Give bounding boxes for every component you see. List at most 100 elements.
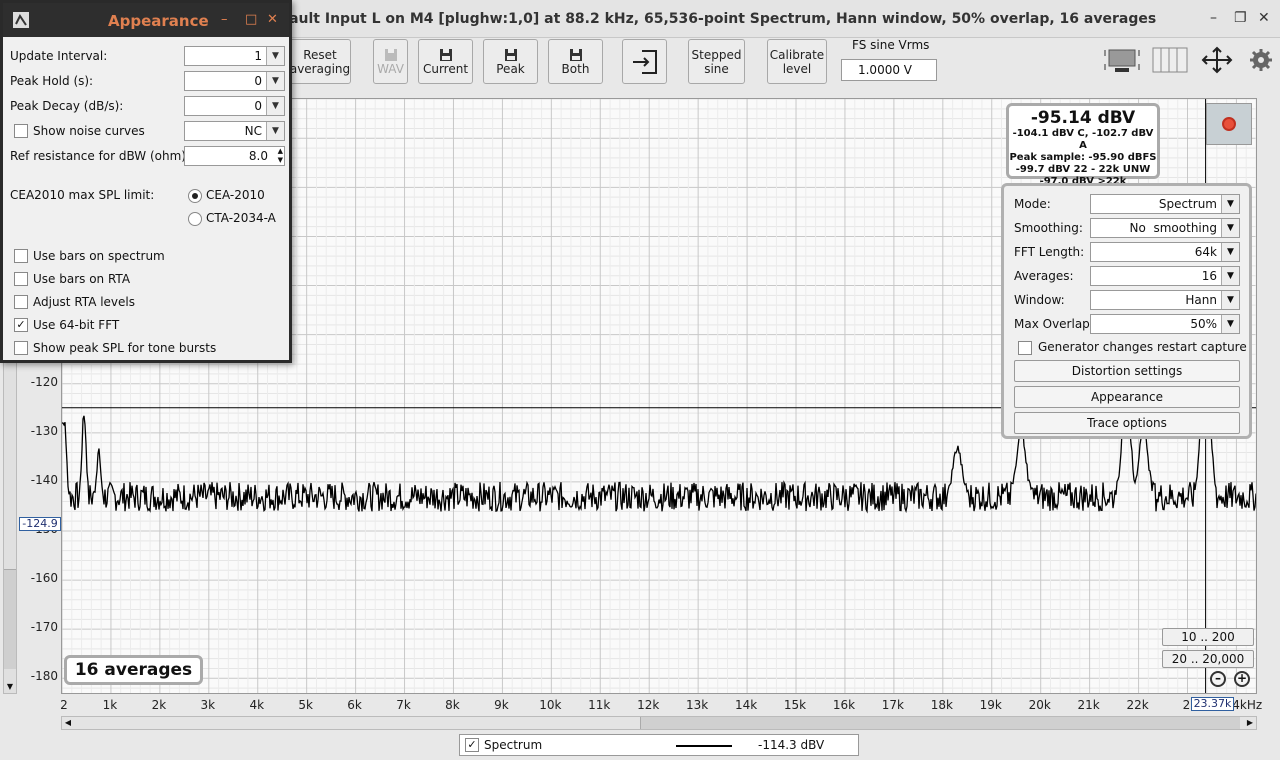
x-tick-label: 2k [151,698,167,712]
y-tick-label: -120 [30,374,58,389]
range-20-20000-button[interactable]: 20 .. 20,000 [1162,650,1254,668]
peak-hold-value: 0 [254,74,262,88]
chevron-down-icon: ▼ [1221,315,1239,333]
bars-spectrum-checkbox[interactable] [14,249,28,263]
appearance-button[interactable]: Appearance [1014,386,1240,408]
x-tick-label: 15k [783,698,807,712]
legend-line-sample [676,745,732,747]
generator-restart-label: Generator changes restart capture [1038,340,1247,354]
peak-hold-select[interactable]: 0 ▼ [184,71,285,91]
dialog-close-icon[interactable]: ✕ [267,12,278,27]
gear-icon[interactable] [1249,48,1273,72]
x-tick-label: 5k [298,698,313,712]
adjust-rta-checkbox[interactable] [14,295,28,309]
y-tick-label: -170 [30,620,58,635]
scroll-right-arrow-icon[interactable]: ▶ [1244,717,1256,729]
x-tick-label: 14k [734,698,758,712]
columns-icon[interactable] [1152,46,1188,74]
update-interval-select[interactable]: 1 ▼ [184,46,285,66]
adjust-rta-label: Adjust RTA levels [33,295,135,309]
x-tick-label: 18k [930,698,953,712]
chevron-down-icon: ▼ [1221,291,1239,309]
y-tick-label: -140 [30,472,58,487]
stepped-sine-button[interactable]: Stepped sine [688,39,745,84]
generator-restart-checkbox[interactable] [1018,341,1032,355]
zoom-in-icon[interactable]: + [1234,671,1250,687]
y-tick-label: -180 [30,669,58,684]
averages-select[interactable]: 16 ▼ [1090,266,1240,286]
calibrate-level-button[interactable]: Calibrate level [767,39,827,84]
range-10-200-button[interactable]: 10 .. 200 [1162,628,1254,646]
peak-decay-label: Peak Decay (dB/s): [10,99,124,113]
chevron-down-icon: ▼ [1221,195,1239,213]
wav-label: WAV [377,61,404,76]
show-noise-label: Show noise curves [33,124,145,138]
wav-button[interactable]: WAV [373,39,408,84]
show-noise-checkbox[interactable] [14,124,28,138]
fft64-checkbox[interactable]: ✓ [14,318,28,332]
save-icon [384,48,397,61]
spectrum-trace-checkbox[interactable]: ✓ [465,738,479,752]
horizontal-scroll-thumb[interactable] [640,717,1240,729]
save-current-button[interactable]: Current [418,39,473,84]
window-select[interactable]: Hann ▼ [1090,290,1240,310]
fs-sine-label: FS sine Vrms [852,38,930,52]
chevron-down-icon: ▼ [266,47,284,65]
readout-line2: Peak sample: -95.90 dBFS [1009,152,1157,163]
max-overlap-select[interactable]: 50% ▼ [1090,314,1240,334]
reset-averaging-button[interactable]: Reset averaging [289,39,351,84]
cea-2010-radio[interactable] [188,189,202,203]
vertical-scroll-thumb[interactable] [4,569,16,669]
peak-decay-select[interactable]: 0 ▼ [184,96,285,116]
capture-button[interactable] [1206,103,1252,145]
save-icon [569,48,582,61]
save-both-button[interactable]: Both [548,39,603,84]
dialog-title: Appearance [108,12,209,30]
smoothing-label: Smoothing: [1014,221,1083,235]
peak-label: Peak [496,61,525,76]
dialog-minimize-icon[interactable]: – [221,12,228,27]
dialog-maximize-icon[interactable]: □ [245,12,257,27]
x-tick-label: 21k [1077,698,1100,712]
record-icon [1222,117,1236,131]
fft-length-select[interactable]: 64k ▼ [1090,242,1240,262]
dialog-title-bar[interactable]: Appearance – □ ✕ [3,3,289,37]
maximize-icon[interactable]: ❐ [1234,10,1247,26]
save-icon [439,48,452,61]
noise-curve-select[interactable]: NC ▼ [184,121,285,141]
reset-label-2: averaging [289,61,351,76]
calibrate-label-1: Calibrate [769,47,825,62]
window-label: Window: [1014,293,1065,307]
chevron-down-icon: ▼ [1221,267,1239,285]
smoothing-select[interactable]: No smoothing ▼ [1090,218,1240,238]
x-tick-label: 10k [539,698,562,712]
bars-rta-checkbox[interactable] [14,272,28,286]
cta-2034-label: CTA-2034-A [206,211,276,225]
horizontal-scrollbar[interactable]: ◀ ▶ [61,716,1257,730]
ref-resistance-input[interactable]: 8.0 ▲ ▼ [184,146,285,166]
scroll-down-arrow-icon[interactable]: ▼ [4,681,16,693]
ref-resistance-value: 8.0 [248,149,268,163]
distortion-settings-button[interactable]: Distortion settings [1014,360,1240,382]
fs-sine-input[interactable]: 1.0000 V [841,59,937,81]
x-tick-label: 11k [588,698,611,712]
mode-label: Mode: [1014,197,1051,211]
max-overlap-label: Max Overlap: [1014,317,1094,331]
move-arrows-icon[interactable] [1200,46,1234,74]
minimize-icon[interactable]: – [1210,10,1217,26]
spinner-arrows-icon[interactable]: ▲ ▼ [278,147,283,165]
update-interval-label: Update Interval: [10,49,108,63]
close-icon[interactable]: ✕ [1258,10,1270,26]
peak-spl-checkbox[interactable] [14,341,28,355]
import-icon [632,49,657,74]
trace-options-button[interactable]: Trace options [1014,412,1240,434]
zoom-out-icon[interactable]: – [1210,671,1226,687]
import-button[interactable] [622,39,667,84]
ref-resistance-label: Ref resistance for dBW (ohm): [10,149,191,163]
scroll-left-arrow-icon[interactable]: ◀ [62,717,74,729]
mode-select[interactable]: Spectrum ▼ [1090,194,1240,214]
x-tick-label: 2 [60,698,68,712]
save-peak-button[interactable]: Peak [483,39,538,84]
cta-2034-radio[interactable] [188,212,202,226]
layout-icon[interactable] [1103,46,1141,74]
